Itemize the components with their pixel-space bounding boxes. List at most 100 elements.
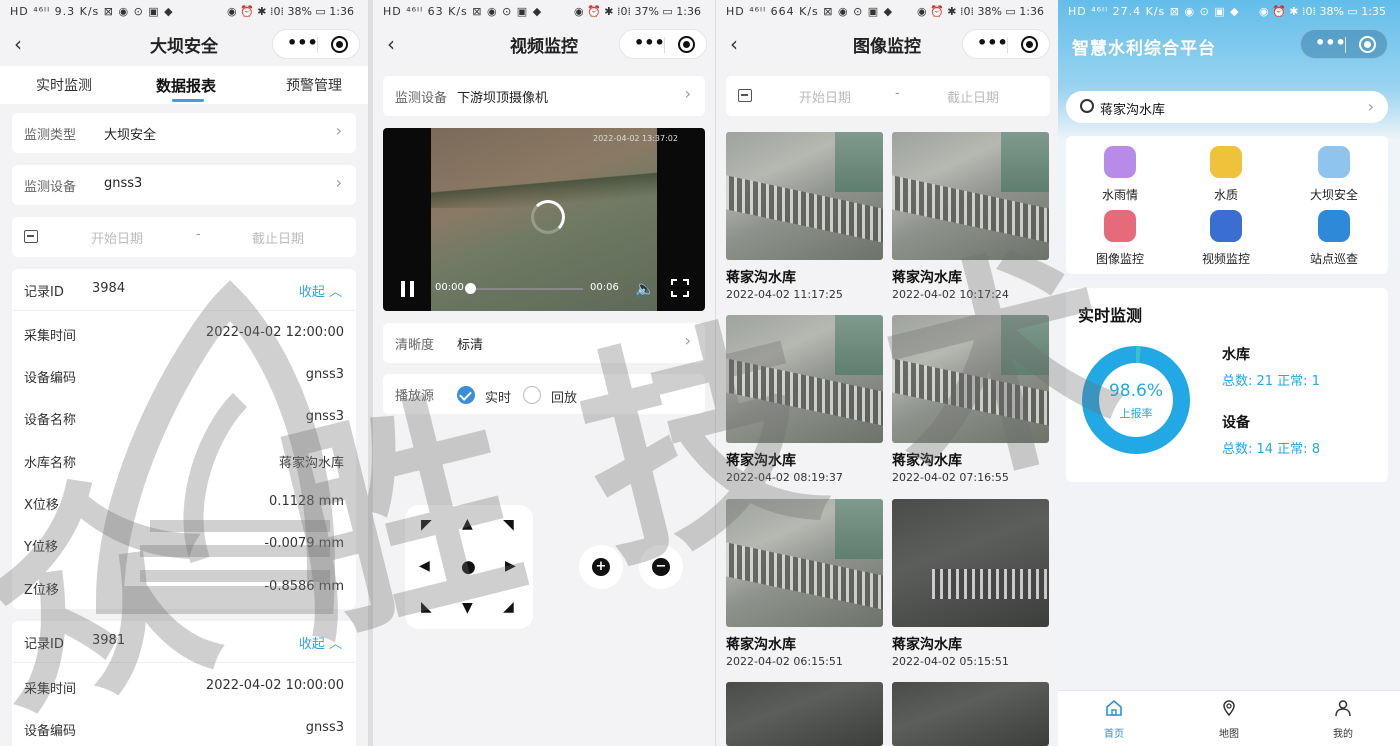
feature-water-quality[interactable]: 水质 bbox=[1186, 146, 1266, 203]
tab-home[interactable]: 首页 bbox=[1084, 699, 1144, 740]
tab-map-label: 地图 bbox=[1219, 729, 1239, 740]
zoom-in-button[interactable]: + bbox=[579, 545, 623, 589]
image-title: 蒋家沟水库 bbox=[892, 453, 962, 469]
ptz-left-icon[interactable]: ◀ bbox=[419, 558, 430, 574]
field-label: X位移 bbox=[24, 498, 59, 513]
record-id-label: 记录ID bbox=[24, 637, 64, 652]
monitor-title: 实时监测 bbox=[1078, 306, 1143, 325]
image-thumbnail[interactable] bbox=[892, 499, 1049, 627]
image-thumbnail[interactable] bbox=[726, 315, 883, 443]
ptz-center-icon[interactable]: ● bbox=[461, 557, 476, 577]
close-target-icon[interactable] bbox=[331, 36, 348, 53]
date-range-picker[interactable]: 开始日期 - 截止日期 bbox=[726, 76, 1050, 116]
reservoir-icon bbox=[1080, 99, 1094, 113]
radio-live[interactable] bbox=[457, 386, 475, 404]
status-bar: HD ⁴⁶ᴵᴵ 664 K/s ⊠ ◉ ⊙ ▣ ◆ ◉ ⏰ ✱ ⁞0⁞ 38% … bbox=[716, 0, 1058, 24]
home-screen: HD ⁴⁶ᴵᴵ 27.4 K/s ⊠ ◉ ⊙ ▣ ◆ ◉ ⏰ ✱ ⁞0⁞ 38%… bbox=[1058, 0, 1400, 746]
field-label: 水库名称 bbox=[24, 456, 77, 471]
ptz-down-icon[interactable]: ▼ bbox=[462, 600, 473, 616]
feature-rain[interactable]: 水雨情 bbox=[1080, 146, 1160, 203]
record-field: 采集时间 2022-04-02 12:00:00 bbox=[12, 313, 356, 355]
end-date-input[interactable]: 截止日期 bbox=[252, 228, 304, 247]
radio-live-label[interactable]: 实时 bbox=[485, 387, 511, 406]
tab-realtime[interactable]: 实时监测 bbox=[36, 75, 92, 95]
ptz-right-icon[interactable]: ▶ bbox=[505, 558, 516, 574]
mini-program-capsule[interactable]: ••• bbox=[962, 29, 1050, 59]
start-date-input[interactable]: 开始日期 bbox=[91, 228, 143, 247]
source-label: 播放源 bbox=[395, 389, 435, 404]
monitor-type-selector[interactable]: 监测类型 大坝安全 › bbox=[12, 113, 356, 153]
more-dots-icon[interactable]: ••• bbox=[1315, 33, 1346, 52]
record-field: 设备名称 gnss3 bbox=[12, 397, 356, 439]
feature-inspection[interactable]: 站点巡查 bbox=[1294, 210, 1374, 267]
more-dots-icon[interactable]: ••• bbox=[287, 33, 318, 52]
status-left: HD ⁴⁶ᴵᴵ 664 K/s ⊠ ◉ ⊙ ▣ ◆ bbox=[726, 5, 894, 18]
image-thumbnail[interactable] bbox=[726, 132, 883, 260]
record-id-value: 3981 bbox=[92, 633, 126, 648]
feature-dam-safety[interactable]: 大坝安全 bbox=[1294, 146, 1374, 203]
volume-icon[interactable]: 🔈 bbox=[635, 279, 655, 298]
ptz-control-pad: ◤ ▲ ◥ ◀ ● ▶ ◣ ▼ ◢ bbox=[405, 505, 533, 629]
more-dots-icon[interactable]: ••• bbox=[977, 33, 1008, 52]
close-target-icon[interactable] bbox=[678, 36, 695, 53]
feature-label: 图像监控 bbox=[1095, 252, 1144, 266]
image-thumbnail[interactable] bbox=[892, 315, 1049, 443]
field-label: 设备名称 bbox=[24, 413, 77, 428]
more-dots-icon[interactable]: ••• bbox=[634, 33, 665, 52]
feature-image-monitor[interactable]: 图像监控 bbox=[1080, 210, 1160, 267]
feature-video-monitor[interactable]: 视频监控 bbox=[1186, 210, 1266, 267]
image-time: 2022-04-02 07:16:55 bbox=[892, 471, 1009, 484]
collapse-toggle[interactable]: 收起 ︿ bbox=[299, 633, 342, 652]
monitor-device-selector[interactable]: 监测设备 gnss3 › bbox=[12, 165, 356, 205]
pause-icon[interactable] bbox=[401, 281, 415, 297]
start-date-input[interactable]: 开始日期 bbox=[799, 87, 851, 106]
ptz-down-right-icon[interactable]: ◢ bbox=[503, 599, 514, 615]
zoom-in-icon: + bbox=[592, 558, 610, 576]
loading-spinner-icon bbox=[531, 200, 565, 234]
nav-bar: ••• bbox=[1058, 26, 1400, 62]
image-time: 2022-04-02 10:17:24 bbox=[892, 288, 1009, 301]
zoom-out-button[interactable]: − bbox=[639, 545, 683, 589]
chevron-right-icon: › bbox=[684, 84, 691, 103]
mini-program-capsule[interactable]: ••• bbox=[619, 29, 707, 59]
field-value: -0.8586 mm bbox=[264, 579, 344, 594]
tab-mine[interactable]: 我的 bbox=[1313, 699, 1373, 740]
ptz-up-left-icon[interactable]: ◤ bbox=[421, 517, 432, 533]
close-target-icon[interactable] bbox=[1021, 36, 1038, 53]
ptz-down-left-icon[interactable]: ◣ bbox=[421, 599, 432, 615]
mini-program-capsule[interactable]: ••• bbox=[272, 29, 360, 59]
fullscreen-icon[interactable] bbox=[671, 279, 689, 297]
ptz-up-right-icon[interactable]: ◥ bbox=[503, 517, 514, 533]
status-bar: HD ⁴⁶ᴵᴵ 9.3 K/s ⊠ ◉ ⊙ ▣ ◆ ◉ ⏰ ✱ ⁞0⁞ 38% … bbox=[0, 0, 368, 24]
record-field: Z位移 -0.8586 mm bbox=[12, 567, 356, 609]
mini-program-capsule[interactable]: ••• bbox=[1300, 29, 1388, 59]
radio-replay[interactable] bbox=[523, 386, 541, 404]
reservoir-selector[interactable]: 蒋家沟水库 › bbox=[1066, 91, 1388, 123]
image-thumbnail[interactable] bbox=[892, 682, 1049, 746]
record-field: 设备编码 gnss3 bbox=[12, 355, 356, 397]
tab-warning[interactable]: 预警管理 bbox=[286, 75, 342, 95]
image-thumbnail[interactable] bbox=[892, 132, 1049, 260]
feature-grid: 水雨情 水质 大坝安全 图像监控 视频监控 站点巡查 bbox=[1066, 136, 1388, 274]
tab-report[interactable]: 数据报表 bbox=[156, 75, 216, 96]
progress-track[interactable] bbox=[465, 288, 583, 290]
progress-knob[interactable] bbox=[465, 283, 476, 294]
image-thumbnail[interactable] bbox=[726, 682, 883, 746]
video-player[interactable]: 2022-04-02 13:37:02 00:00 00:06 🔈 bbox=[383, 128, 705, 311]
camera-selector[interactable]: 监测设备 下游坝顶摄像机 › bbox=[383, 76, 705, 116]
nav-bar: ‹ 大坝安全 ••• bbox=[0, 26, 368, 62]
radio-replay-label[interactable]: 回放 bbox=[551, 387, 577, 406]
record-field: X位移 0.1128 mm bbox=[12, 482, 356, 524]
record-id-label: 记录ID bbox=[24, 285, 64, 300]
close-target-icon[interactable] bbox=[1359, 36, 1376, 53]
field-value: 2022-04-02 12:00:00 bbox=[205, 325, 344, 340]
tab-map[interactable]: 地图 bbox=[1199, 699, 1259, 740]
date-range-picker[interactable]: 开始日期 - 截止日期 bbox=[12, 217, 356, 257]
ptz-up-icon[interactable]: ▲ bbox=[462, 516, 473, 532]
image-thumbnail[interactable] bbox=[726, 499, 883, 627]
clarity-selector[interactable]: 清晰度 标清 › bbox=[383, 323, 705, 363]
status-left: HD ⁴⁶ᴵᴵ 27.4 K/s ⊠ ◉ ⊙ ▣ ◆ bbox=[1068, 5, 1240, 18]
zoom-out-icon: − bbox=[652, 558, 670, 576]
collapse-toggle[interactable]: 收起 ︿ bbox=[299, 281, 342, 300]
end-date-input[interactable]: 截止日期 bbox=[947, 87, 999, 106]
